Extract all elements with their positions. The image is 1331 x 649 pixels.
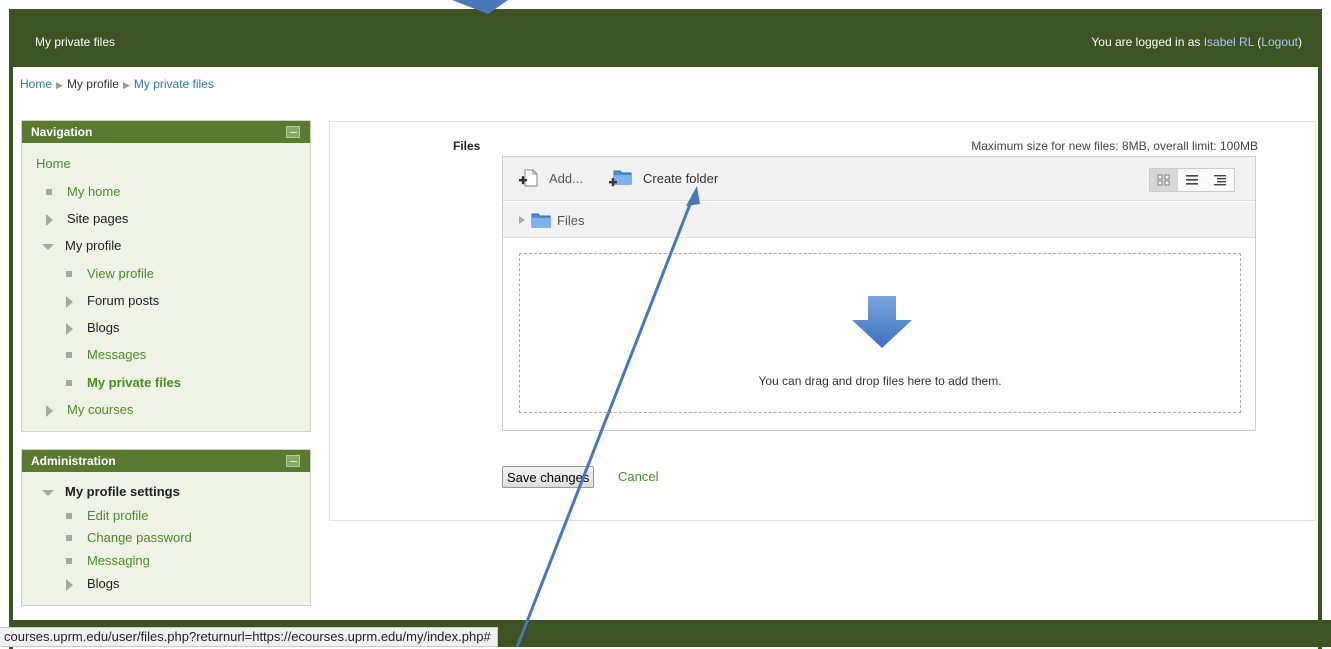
nav-item-blogs[interactable]: Blogs — [66, 320, 120, 335]
nav-label: My profile — [65, 238, 122, 253]
save-changes-button[interactable]: Save changes — [502, 466, 595, 488]
nav-label: My courses — [67, 402, 134, 417]
user-name-link[interactable]: Isabel RL — [1204, 35, 1254, 49]
drop-arrow-icon — [852, 296, 912, 348]
list-view-icon[interactable] — [1178, 169, 1206, 191]
create-folder-icon — [609, 170, 632, 187]
admin-item-edit-profile[interactable]: Edit profile — [66, 508, 148, 523]
navigation-title: Navigation — [31, 125, 93, 139]
logout-link[interactable]: Logout — [1261, 35, 1298, 49]
files-label: Files — [453, 139, 481, 153]
max-size-note: Maximum size for new files: 8MB, overall… — [971, 139, 1258, 153]
nav-label: Home — [36, 156, 71, 171]
create-folder-label: Create folder — [643, 170, 719, 186]
administration-block: Administration My profile settings Edit … — [21, 449, 311, 606]
file-manager: Add... Create folder Files You can drag … — [502, 156, 1256, 431]
browser-status-bar: courses.uprm.edu/user/files.php?returnur… — [0, 627, 498, 647]
add-file-icon — [519, 169, 538, 187]
path-root-files[interactable]: Files — [519, 212, 584, 228]
breadcrumb-my-profile[interactable]: My profile — [67, 77, 119, 91]
bullet-icon — [66, 351, 72, 358]
nav-label: My profile settings — [65, 484, 180, 499]
bullet-icon — [66, 379, 72, 386]
nav-label: Blogs — [87, 320, 120, 335]
nav-item-messages[interactable]: Messages — [66, 347, 146, 362]
bullet-icon — [66, 270, 72, 277]
nav-item-home[interactable]: Home — [36, 156, 71, 171]
nav-item-site-pages[interactable]: Site pages — [46, 211, 128, 226]
expand-arrow-icon — [66, 578, 73, 591]
cancel-link[interactable]: Cancel — [618, 469, 658, 484]
breadcrumb-separator: ▶ — [122, 80, 130, 90]
expand-arrow-icon — [66, 295, 73, 308]
login-prefix: You are logged in as — [1091, 35, 1204, 49]
collapse-arrow-icon — [42, 243, 54, 250]
navigation-block: Navigation Home My home Site pages My pr… — [21, 120, 311, 432]
nav-item-my-home[interactable]: My home — [46, 184, 120, 199]
nav-item-view-profile[interactable]: View profile — [66, 266, 154, 281]
expand-arrow-icon — [46, 213, 53, 226]
nav-label: Forum posts — [87, 293, 160, 308]
nav-item-forum-posts[interactable]: Forum posts — [66, 293, 159, 308]
page-title: My private files — [35, 35, 116, 49]
login-info: You are logged in as Isabel RL (Logout) — [1091, 35, 1302, 49]
nav-label: View profile — [87, 266, 154, 281]
nav-label: Blogs — [87, 576, 120, 591]
admin-item-blogs[interactable]: Blogs — [66, 576, 120, 591]
page-header: My private files You are logged in as Is… — [13, 13, 1318, 67]
file-path-bar: Files — [503, 202, 1255, 238]
breadcrumb-my-private-files[interactable]: My private files — [134, 77, 214, 91]
navigation-header: Navigation — [22, 121, 310, 143]
admin-item-messaging[interactable]: Messaging — [66, 553, 150, 568]
path-files-label: Files — [557, 212, 585, 228]
bullet-icon — [66, 557, 72, 564]
breadcrumb-separator: ▶ — [56, 80, 63, 90]
nav-label: Messaging — [87, 553, 150, 568]
nav-label: Site pages — [67, 211, 129, 226]
drop-zone[interactable]: You can drag and drop files here to add … — [519, 253, 1241, 413]
nav-label: Messages — [87, 347, 147, 362]
nav-item-my-private-files[interactable]: My private files — [66, 375, 181, 390]
admin-item-change-password[interactable]: Change password — [66, 530, 192, 545]
nav-label: My private files — [87, 375, 181, 390]
expand-arrow-icon — [46, 404, 53, 417]
bullet-icon — [46, 188, 52, 195]
view-mode-switcher — [1149, 168, 1235, 192]
administration-title: Administration — [31, 454, 116, 468]
nav-item-my-courses[interactable]: My courses — [46, 402, 133, 417]
add-file-button[interactable]: Add... — [519, 168, 583, 188]
nav-label: Edit profile — [87, 508, 149, 523]
collapse-arrow-icon — [42, 489, 54, 496]
breadcrumb: Home ▶ My profile ▶ My private files — [20, 77, 214, 91]
bullet-icon — [66, 512, 72, 519]
breadcrumb-home[interactable]: Home — [20, 77, 52, 91]
nav-label: Change password — [87, 530, 192, 545]
collapse-icon[interactable] — [286, 126, 300, 138]
collapse-icon[interactable] — [286, 455, 300, 467]
administration-header: Administration — [22, 450, 310, 472]
icons-view-icon[interactable] — [1150, 169, 1178, 191]
drop-zone-text: You can drag and drop files here to add … — [758, 374, 1002, 388]
file-manager-toolbar: Add... Create folder — [503, 157, 1255, 201]
expand-arrow-icon — [66, 322, 73, 335]
folder-icon — [531, 213, 551, 228]
create-folder-button[interactable]: Create folder — [609, 168, 718, 188]
annotation-mark — [452, 0, 508, 14]
bullet-icon — [66, 534, 72, 541]
nav-label: My home — [67, 184, 121, 199]
admin-item-my-profile-settings[interactable]: My profile settings — [42, 484, 180, 499]
add-file-label: Add... — [549, 170, 583, 186]
nav-item-my-profile[interactable]: My profile — [42, 238, 121, 253]
tree-view-icon[interactable] — [1206, 169, 1234, 191]
logout-close-paren: ) — [1298, 35, 1302, 49]
expand-arrow-icon — [519, 216, 525, 224]
